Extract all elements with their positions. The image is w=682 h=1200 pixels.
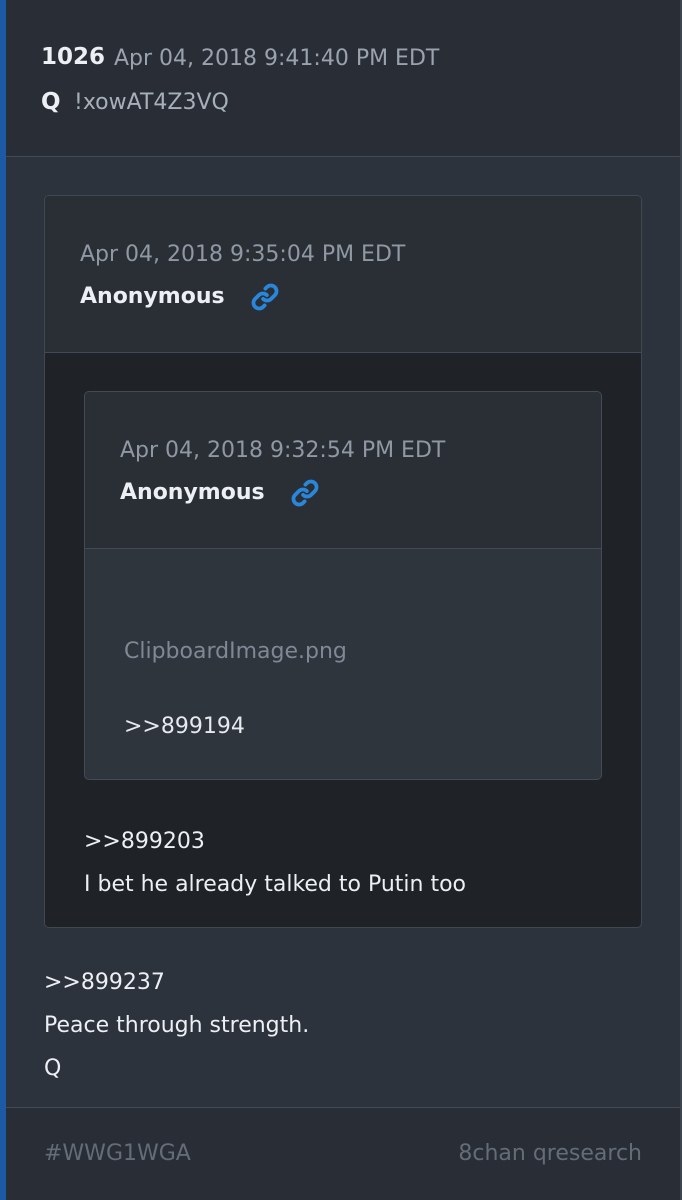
source-label: 8chan qresearch bbox=[458, 1141, 642, 1166]
post-timestamp: Apr 04, 2018 9:41:40 PM EDT bbox=[114, 46, 440, 71]
quoted-post-body: >>899203 I bet he already talked to Puti… bbox=[84, 820, 466, 906]
attachment-filename[interactable]: ClipboardImage.png bbox=[124, 639, 347, 664]
quoted-post: Apr 04, 2018 9:35:04 PM EDT Anonymous Ap… bbox=[44, 195, 642, 928]
link-icon[interactable] bbox=[290, 478, 320, 508]
post-number: 1026 bbox=[41, 44, 106, 70]
nested-post-author: Anonymous bbox=[120, 480, 265, 505]
post-author: Q bbox=[41, 89, 61, 115]
q-post-card: 1026 Apr 04, 2018 9:41:40 PM EDT Q !xowA… bbox=[0, 0, 682, 1200]
post-footer: #WWG1WGA 8chan qresearch bbox=[6, 1107, 680, 1200]
quoted-post-text: I bet he already talked to Putin too bbox=[84, 872, 467, 897]
post-reference-link[interactable]: >>899237 bbox=[44, 961, 309, 1004]
post-text-line: Peace through strength. bbox=[44, 1013, 310, 1038]
quoted-post-header: Apr 04, 2018 9:35:04 PM EDT Anonymous bbox=[45, 196, 641, 353]
quoted-post-timestamp: Apr 04, 2018 9:35:04 PM EDT bbox=[80, 242, 406, 267]
post-tripcode: !xowAT4Z3VQ bbox=[74, 90, 229, 115]
link-icon[interactable] bbox=[250, 282, 280, 312]
post-signature: Q bbox=[44, 1056, 62, 1081]
post-reference-link[interactable]: >>899203 bbox=[84, 820, 466, 863]
quoted-post-author: Anonymous bbox=[80, 284, 225, 309]
hashtag: #WWG1WGA bbox=[44, 1141, 191, 1166]
post-header: 1026 Apr 04, 2018 9:41:40 PM EDT Q !xowA… bbox=[6, 0, 680, 157]
nested-quoted-post: Apr 04, 2018 9:32:54 PM EDT Anonymous Cl… bbox=[84, 391, 602, 780]
post-body: >>899237 Peace through strength. Q bbox=[44, 961, 309, 1090]
nested-post-header: Apr 04, 2018 9:32:54 PM EDT Anonymous bbox=[85, 392, 601, 549]
nested-post-timestamp: Apr 04, 2018 9:32:54 PM EDT bbox=[120, 438, 446, 463]
post-reference-link[interactable]: >>899194 bbox=[124, 714, 245, 739]
